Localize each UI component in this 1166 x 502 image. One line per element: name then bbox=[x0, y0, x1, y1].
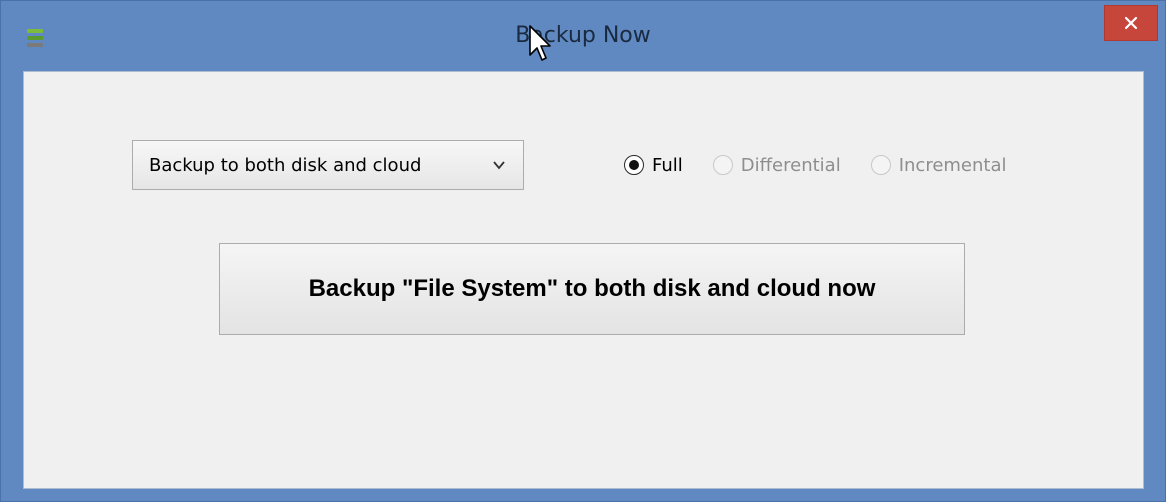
radio-incremental: Incremental bbox=[870, 154, 1007, 176]
backup-now-window: Backup Now Backup to both disk and cloud… bbox=[0, 0, 1166, 502]
radio-button-incremental bbox=[870, 155, 891, 175]
backup-type-radio-group: Full Differential Incremental bbox=[624, 148, 1037, 182]
radio-button-differential bbox=[712, 155, 733, 175]
radio-label-differential: Differential bbox=[740, 154, 841, 176]
backup-now-button[interactable]: Backup "File System" to both disk and cl… bbox=[219, 243, 965, 335]
radio-label-full: Full bbox=[652, 154, 683, 176]
window-title: Backup Now bbox=[515, 23, 651, 48]
chevron-down-icon bbox=[493, 161, 505, 170]
close-icon bbox=[1124, 16, 1138, 30]
dialog-body: Backup to both disk and cloud Full Diffe… bbox=[23, 71, 1144, 489]
radio-button-full[interactable] bbox=[624, 155, 644, 175]
close-button[interactable] bbox=[1104, 5, 1158, 41]
radio-full[interactable]: Full bbox=[624, 155, 683, 176]
backup-target-dropdown[interactable]: Backup to both disk and cloud bbox=[132, 140, 524, 190]
backup-target-selected: Backup to both disk and cloud bbox=[149, 154, 422, 176]
radio-label-incremental: Incremental bbox=[898, 154, 1007, 176]
title-bar[interactable]: Backup Now bbox=[1, 1, 1165, 71]
radio-differential: Differential bbox=[712, 154, 841, 176]
